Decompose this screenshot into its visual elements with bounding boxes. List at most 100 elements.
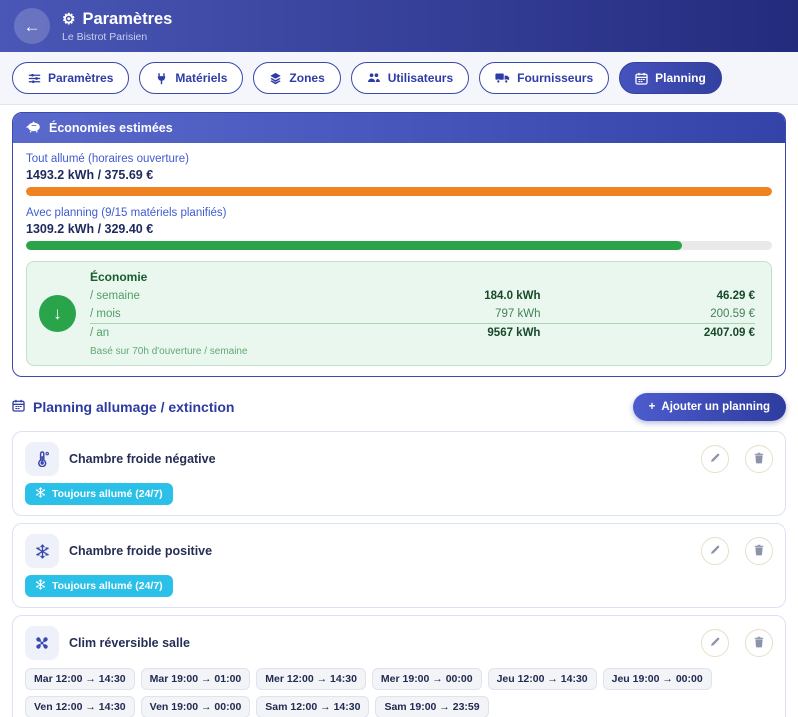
economy-euro: 2407.09 € bbox=[540, 327, 755, 339]
economy-row: / semaine184.0 kWh46.29 € bbox=[90, 287, 755, 305]
economy-euro: 46.29 € bbox=[540, 290, 755, 302]
pencil-icon bbox=[709, 452, 721, 467]
tab-label: Paramètres bbox=[48, 71, 113, 85]
schedule-chip: Ven 12:00 → 14:30 bbox=[25, 696, 135, 717]
pencil-icon bbox=[709, 544, 721, 559]
trash-icon bbox=[753, 452, 765, 467]
restaurant-name: Le Bistrot Parisien bbox=[62, 31, 172, 43]
tab-materiels[interactable]: Matériels bbox=[139, 62, 243, 94]
calendar-icon bbox=[635, 72, 648, 85]
savings-card-title: Économies estimées bbox=[49, 121, 173, 135]
economy-euro: 200.59 € bbox=[540, 308, 755, 320]
tab-label: Zones bbox=[289, 71, 324, 85]
add-planning-label: Ajouter un planning bbox=[661, 401, 770, 413]
tab-utilisateurs[interactable]: Utilisateurs bbox=[351, 62, 469, 94]
pencil-icon bbox=[709, 636, 721, 651]
badge-label: Toujours allumé (24/7) bbox=[52, 488, 163, 500]
always-on-badge: Toujours allumé (24/7) bbox=[25, 575, 173, 597]
layers-icon bbox=[269, 72, 282, 85]
plus-icon: + bbox=[649, 401, 656, 413]
all-on-value: 1493.2 kWh / 375.69 € bbox=[26, 168, 772, 182]
planning-card: Chambre froide négative Toujours allumé (… bbox=[12, 431, 786, 516]
trash-icon bbox=[753, 636, 765, 651]
calendar-icon bbox=[12, 399, 25, 415]
planning-card: Clim réversible salle Mar 12:00 → 14:30 Ma… bbox=[12, 615, 786, 717]
economy-box: ↓ Économie / semaine184.0 kWh46.29 €/ mo… bbox=[26, 261, 772, 366]
economy-row: / an9567 kWh2407.09 € bbox=[90, 323, 755, 342]
add-planning-button[interactable]: + Ajouter un planning bbox=[633, 393, 786, 421]
trash-icon bbox=[753, 544, 765, 559]
delete-button[interactable] bbox=[745, 537, 773, 565]
edit-button[interactable] bbox=[701, 629, 729, 657]
tab-parametres[interactable]: Paramètres bbox=[12, 62, 129, 94]
truck-icon bbox=[495, 73, 510, 84]
arrow-down-icon: ↓ bbox=[39, 295, 76, 332]
tab-label: Fournisseurs bbox=[517, 71, 593, 85]
with-planning-value: 1309.2 kWh / 329.40 € bbox=[26, 222, 772, 236]
planning-card-top: Clim réversible salle bbox=[25, 626, 773, 660]
header-text: ⚙ Paramètres Le Bistrot Parisien bbox=[62, 10, 172, 43]
equipment-name: Chambre froide négative bbox=[69, 452, 685, 466]
snowflake-icon bbox=[35, 579, 46, 593]
economy-kwh: 797 kWh bbox=[326, 308, 541, 320]
delete-button[interactable] bbox=[745, 445, 773, 473]
badge-label: Toujours allumé (24/7) bbox=[52, 580, 163, 592]
users-icon bbox=[367, 71, 381, 85]
schedule-chip: Mar 19:00 → 01:00 bbox=[141, 668, 251, 690]
fan-icon bbox=[25, 626, 59, 660]
always-on-badge: Toujours allumé (24/7) bbox=[25, 483, 173, 505]
schedule-chip: Sam 19:00 → 23:59 bbox=[375, 696, 488, 717]
economy-period: / mois bbox=[90, 308, 326, 320]
all-on-label: Tout allumé (horaires ouverture) bbox=[26, 153, 772, 165]
header: ← ⚙ Paramètres Le Bistrot Parisien bbox=[0, 0, 798, 52]
with-planning-progress-bar bbox=[26, 241, 682, 250]
planning-card-top: Chambre froide négative bbox=[25, 442, 773, 476]
economy-kwh: 9567 kWh bbox=[326, 327, 541, 339]
main-content: Économies estimées Tout allumé (horaires… bbox=[0, 112, 798, 717]
gear-icon: ⚙ bbox=[62, 12, 75, 27]
back-button[interactable]: ← bbox=[14, 8, 50, 44]
delete-button[interactable] bbox=[745, 629, 773, 657]
economy-kwh: 184.0 kWh bbox=[326, 290, 541, 302]
tab-fournisseurs[interactable]: Fournisseurs bbox=[479, 62, 609, 94]
schedule-chip: Mar 12:00 → 14:30 bbox=[25, 668, 135, 690]
savings-card-header: Économies estimées bbox=[13, 113, 785, 143]
planning-section-title-text: Planning allumage / extinction bbox=[33, 399, 234, 415]
tab-zones[interactable]: Zones bbox=[253, 62, 340, 94]
schedule-chip: Mer 12:00 → 14:30 bbox=[256, 668, 366, 690]
schedule-chip: Ven 19:00 → 00:00 bbox=[141, 696, 251, 717]
tab-planning[interactable]: Planning bbox=[619, 62, 722, 94]
all-on-progress-bar bbox=[26, 187, 772, 196]
arrow-left-icon: ← bbox=[24, 18, 41, 35]
equipment-name: Chambre froide positive bbox=[69, 544, 685, 558]
equipment-name: Clim réversible salle bbox=[69, 636, 685, 650]
planning-card: Chambre froide positive Toujours allumé (… bbox=[12, 523, 786, 608]
planning-section-title: Planning allumage / extinction bbox=[12, 399, 234, 415]
piggy-bank-icon bbox=[26, 120, 41, 136]
planning-card-top: Chambre froide positive bbox=[25, 534, 773, 568]
economy-period: / semaine bbox=[90, 290, 326, 302]
schedule-chip: Jeu 12:00 → 14:30 bbox=[488, 668, 597, 690]
edit-button[interactable] bbox=[701, 445, 729, 473]
tab-bar: Paramètres Matériels Zones Utilisateurs Four… bbox=[0, 52, 798, 105]
planning-list: Chambre froide négative Toujours allumé (… bbox=[12, 431, 786, 717]
tab-label: Matériels bbox=[175, 71, 227, 85]
schedule-chip: Sam 12:00 → 14:30 bbox=[256, 696, 369, 717]
savings-card: Économies estimées Tout allumé (horaires… bbox=[12, 112, 786, 377]
edit-button[interactable] bbox=[701, 537, 729, 565]
thermometer-icon bbox=[25, 442, 59, 476]
plug-icon bbox=[155, 72, 168, 85]
schedule-chip: Mer 19:00 → 00:00 bbox=[372, 668, 482, 690]
economy-content: Économie / semaine184.0 kWh46.29 €/ mois… bbox=[90, 270, 755, 357]
economy-period: / an bbox=[90, 327, 326, 339]
snowflake-icon bbox=[35, 487, 46, 501]
economy-rows: / semaine184.0 kWh46.29 €/ mois797 kWh20… bbox=[90, 287, 755, 342]
page-title: Paramètres bbox=[82, 10, 172, 29]
schedule-chip: Jeu 19:00 → 00:00 bbox=[603, 668, 712, 690]
with-planning-progress-track bbox=[26, 241, 772, 250]
savings-card-body: Tout allumé (horaires ouverture) 1493.2 … bbox=[13, 143, 785, 376]
all-on-progress-track bbox=[26, 187, 772, 196]
economy-row: / mois797 kWh200.59 € bbox=[90, 305, 755, 323]
sliders-icon bbox=[28, 72, 41, 85]
economy-title: Économie bbox=[90, 270, 755, 284]
